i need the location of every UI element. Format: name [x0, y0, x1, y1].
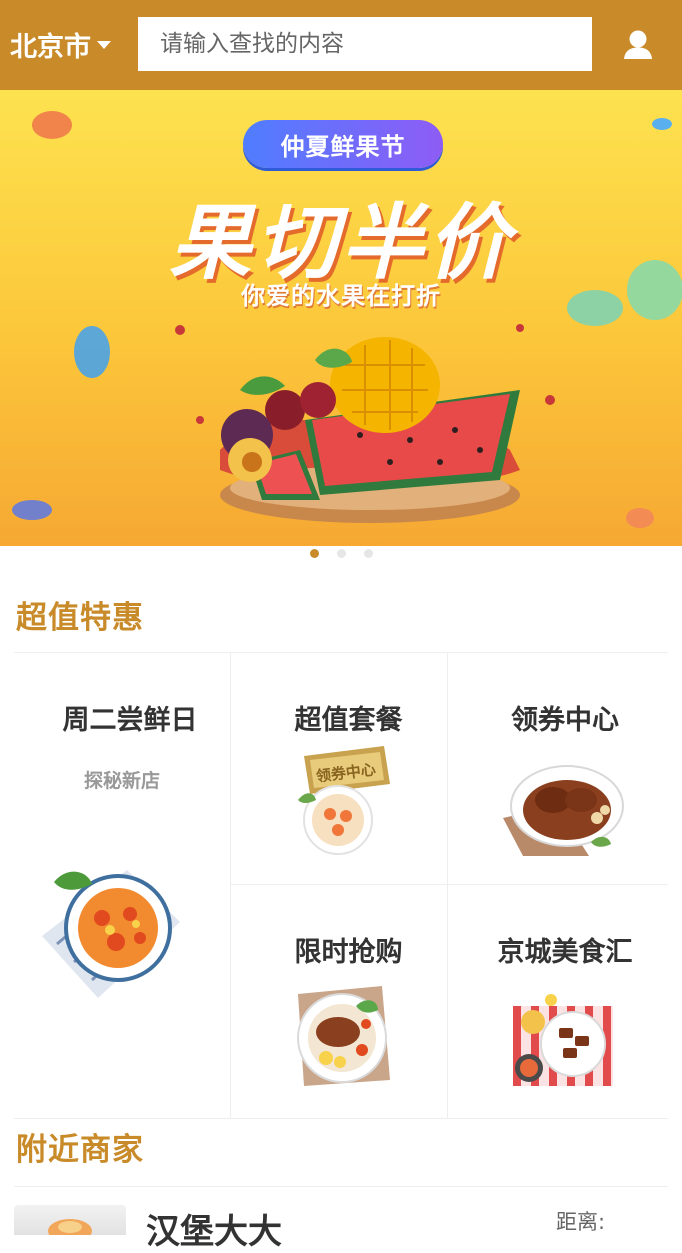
carousel-dot[interactable]	[309, 549, 319, 558]
deal-title: 限时抢购	[294, 937, 403, 968]
merchant-distance-label: 距离:	[556, 1210, 606, 1234]
grilled-meat-plate-icon	[297, 986, 390, 1086]
promo-badge: 仲夏鲜果节	[243, 120, 443, 168]
deals-section-title: 超值特惠	[16, 600, 144, 636]
user-button[interactable]	[616, 24, 660, 68]
deal-title: 京城美食汇	[497, 937, 633, 968]
nearby-section-title: 附近商家	[16, 1132, 144, 1168]
deal-tile-tuesday[interactable]: 周二尝鲜日 探秘新店	[14, 652, 230, 1118]
deal-subtitle: 探秘新店	[83, 770, 160, 792]
user-icon	[624, 30, 652, 59]
city-label: 北京市	[10, 31, 91, 63]
deal-title: 超值套餐	[294, 705, 403, 736]
burger-image	[48, 1219, 92, 1235]
merchant-name: 汉堡大大	[146, 1212, 282, 1252]
divider	[14, 1118, 668, 1119]
deal-tile-food-festival[interactable]: 京城美食汇	[447, 884, 668, 1118]
divider	[14, 1186, 668, 1187]
chevron-down-icon	[97, 41, 111, 49]
top-bar: 北京市	[0, 0, 682, 90]
deal-tile-flash-sale[interactable]: 限时抢购	[230, 884, 447, 1118]
city-selector[interactable]: 北京市	[10, 22, 111, 66]
promo-banner[interactable]: 仲夏鲜果节 果切半价 你爱的水果在打折	[0, 90, 682, 546]
deal-title: 领券中心	[511, 705, 619, 736]
deal-tile-coupons[interactable]: 领券中心	[447, 652, 668, 884]
merchant-thumbnail	[14, 1205, 126, 1235]
steak-plate-icon	[503, 765, 624, 856]
deal-tile-combo[interactable]: 超值套餐 领券中心	[230, 652, 447, 884]
pasta-plate-icon	[42, 870, 180, 998]
carousel-dot[interactable]	[336, 549, 346, 558]
shrimp-plate-icon: 领券中心	[298, 746, 390, 855]
carousel-indicator	[0, 549, 682, 561]
deal-title: 周二尝鲜日	[62, 705, 198, 736]
search-input[interactable]	[138, 17, 592, 71]
carousel-dot[interactable]	[363, 549, 373, 558]
banner-subline: 你爱的水果在打折	[241, 282, 441, 310]
food-spread-icon	[513, 994, 613, 1086]
deals-grid: 周二尝鲜日 探秘新店 超值套餐 领券中心 领券中心 限时抢购 京城美食汇	[14, 652, 668, 1118]
